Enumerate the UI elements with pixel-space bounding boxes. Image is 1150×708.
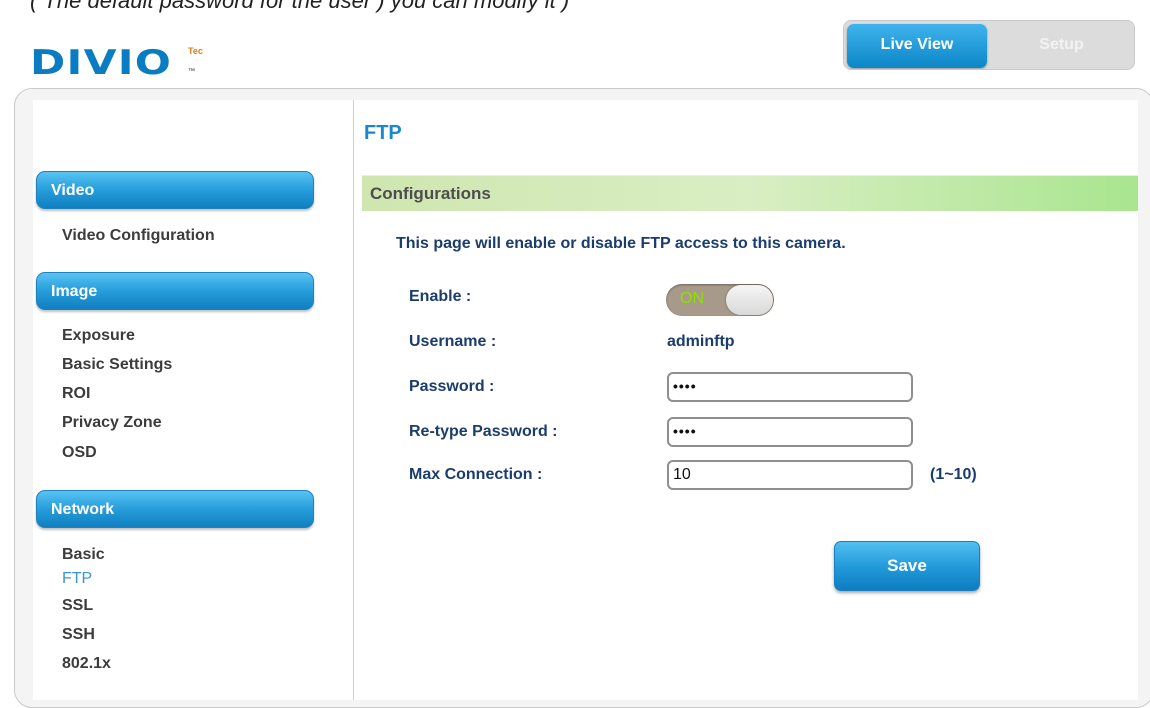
page-description: This page will enable or disable FTP acc… bbox=[396, 235, 846, 252]
toggle-knob[interactable] bbox=[726, 285, 773, 315]
sidebar-item-osd[interactable]: OSD bbox=[62, 444, 97, 462]
username-label: Username : bbox=[409, 333, 497, 350]
enable-label: Enable : bbox=[409, 288, 472, 305]
brand-logo: DIVIO Tec ™ bbox=[30, 46, 203, 80]
max-connection-value: 10 bbox=[673, 466, 691, 483]
retype-password-field[interactable]: •••• bbox=[667, 417, 913, 447]
sidebar-item-ssh[interactable]: SSH bbox=[62, 626, 95, 644]
password-field[interactable]: •••• bbox=[667, 372, 913, 402]
sidebar-item-exposure[interactable]: Exposure bbox=[62, 327, 135, 345]
brand-tm: ™ bbox=[188, 68, 195, 75]
password-mask: •••• bbox=[673, 378, 697, 394]
username-value: adminftp bbox=[667, 333, 735, 350]
sidebar-item-roi[interactable]: ROI bbox=[62, 385, 90, 403]
toggle-on-text: ON bbox=[680, 290, 704, 307]
top-nav: Live View Setup bbox=[843, 20, 1135, 70]
max-connection-field[interactable]: 10 bbox=[667, 460, 913, 490]
password-label: Password : bbox=[409, 378, 495, 395]
page-title: FTP bbox=[364, 122, 402, 144]
sidebar-item-8021x[interactable]: 802.1x bbox=[62, 655, 111, 673]
sidebar-item-video-configuration[interactable]: Video Configuration bbox=[62, 227, 215, 245]
tab-live-view[interactable]: Live View bbox=[847, 24, 987, 68]
sidebar-item-privacy-zone[interactable]: Privacy Zone bbox=[62, 414, 162, 432]
save-button[interactable]: Save bbox=[834, 541, 980, 591]
cutoff-caption: ( The default password for the user ) yo… bbox=[30, 0, 570, 13]
brand-tec: Tec bbox=[188, 46, 203, 56]
sidebar-item-basic[interactable]: Basic bbox=[62, 546, 105, 564]
enable-toggle[interactable]: ON bbox=[666, 284, 774, 316]
retype-password-label: Re-type Password : bbox=[409, 423, 558, 440]
configurations-header: Configurations bbox=[362, 175, 1138, 211]
sidebar-item-ftp[interactable]: FTP bbox=[62, 570, 92, 588]
sidebar-section-video[interactable]: Video bbox=[36, 171, 314, 209]
sidebar-section-image[interactable]: Image bbox=[36, 272, 314, 310]
retype-password-mask: •••• bbox=[673, 423, 697, 439]
sidebar-item-basic-settings[interactable]: Basic Settings bbox=[62, 356, 172, 374]
sidebar-item-ssl[interactable]: SSL bbox=[62, 597, 93, 615]
sidebar-section-network[interactable]: Network bbox=[36, 490, 314, 528]
brand-name: DIVIO bbox=[30, 43, 173, 83]
max-connection-hint: (1~10) bbox=[930, 466, 977, 483]
max-connection-label: Max Connection : bbox=[409, 466, 543, 483]
tab-setup[interactable]: Setup bbox=[990, 24, 1133, 68]
